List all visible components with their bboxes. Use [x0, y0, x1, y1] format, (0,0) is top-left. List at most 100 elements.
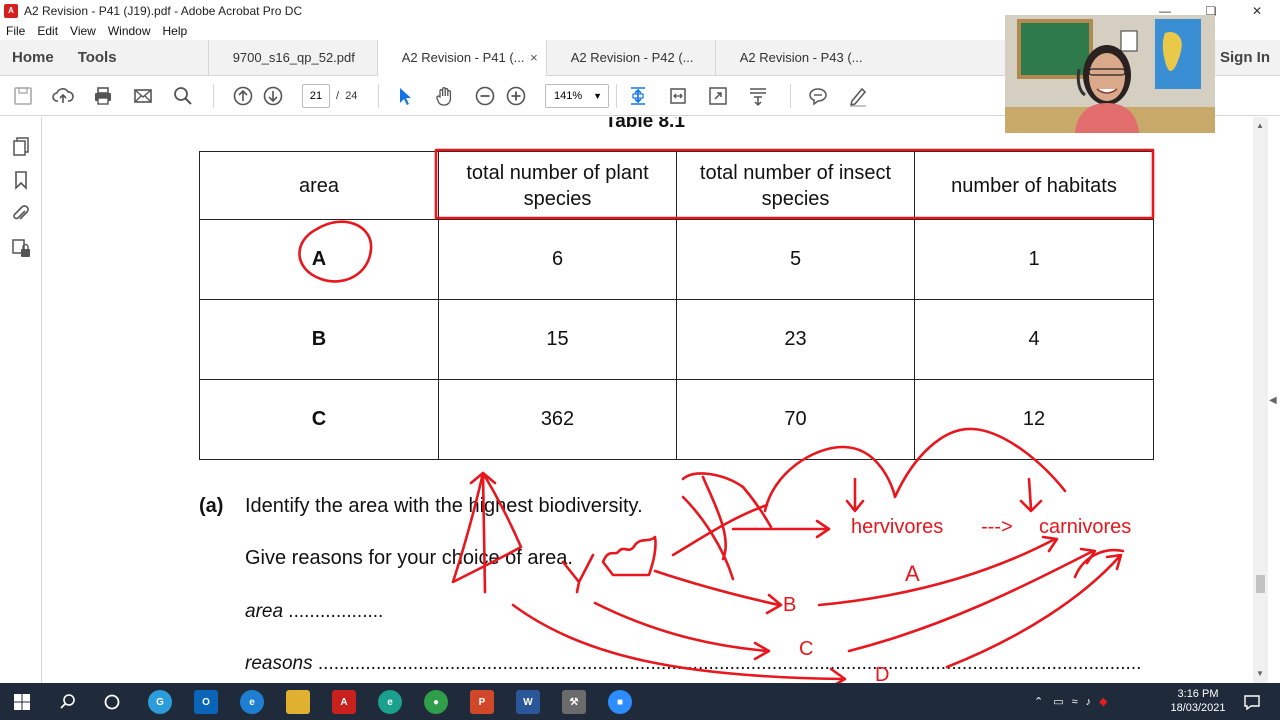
table-header-row: area total number of plant species total…	[199, 151, 1154, 220]
tab-document-label: A2 Revision - P43 (...	[739, 50, 863, 65]
scroll-up-icon[interactable]: ▲	[1256, 121, 1264, 130]
chrome-remote-icon[interactable]: G	[148, 690, 172, 714]
cortana-icon[interactable]	[100, 690, 124, 714]
close-tab-icon[interactable]: ×	[530, 40, 538, 76]
reasons-label: reasons	[245, 653, 313, 674]
tab-document-3[interactable]: A2 Revision - P42 (...	[545, 40, 715, 76]
scroll-mode-icon[interactable]	[746, 84, 770, 108]
annotation-letter-a: A	[905, 561, 920, 586]
clock-date: 18/03/2021	[1170, 702, 1226, 714]
table-caption: Table 8.1	[605, 117, 685, 132]
question-instruction: Give reasons for your choice of area.	[245, 547, 573, 569]
sign-in-button[interactable]: Sign In	[1220, 40, 1270, 76]
menu-view[interactable]: View	[64, 24, 102, 38]
page-count: 24	[345, 90, 358, 102]
pages-icon[interactable]	[10, 135, 32, 157]
cell-habitats: 1	[914, 219, 1154, 300]
close-icon[interactable]: ✕	[1234, 0, 1280, 22]
tab-document-1[interactable]: 9700_s16_qp_52.pdf	[207, 40, 377, 76]
zoom-out-icon[interactable]	[473, 84, 497, 108]
right-panel-toggle[interactable]: ◀	[1268, 117, 1280, 683]
edge-icon[interactable]: e	[378, 690, 402, 714]
cell-insect: 5	[676, 219, 915, 300]
powerpoint-icon[interactable]: P	[470, 690, 494, 714]
annotation-arrow: --->	[981, 516, 1013, 538]
edge-legacy-icon[interactable]: e	[240, 690, 264, 714]
vertical-scrollbar[interactable]: ▲ ▼	[1253, 117, 1268, 683]
tab-tools[interactable]: Tools	[66, 40, 208, 76]
comment-icon[interactable]	[806, 84, 830, 108]
tab-document-2[interactable]: A2 Revision - P41 (... ×	[376, 40, 546, 76]
scroll-down-icon[interactable]: ▼	[1256, 669, 1264, 678]
zoom-icon[interactable]: ■	[608, 690, 632, 714]
word-icon[interactable]: W	[516, 690, 540, 714]
header-insect-species: total number of insect species	[676, 151, 915, 220]
select-cursor-icon[interactable]	[393, 84, 417, 108]
chrome-icon[interactable]: ●	[424, 690, 448, 714]
cell-habitats: 12	[914, 379, 1154, 460]
arrow-to-carnivores-end	[1073, 548, 1125, 579]
down-arrow-2	[1019, 477, 1043, 513]
tab-document-label: A2 Revision - P41 (...	[401, 50, 525, 65]
search-icon[interactable]	[171, 84, 195, 108]
security-icon[interactable]	[10, 237, 32, 259]
clock-time: 3:16 PM	[1177, 688, 1219, 700]
down-arrow-1	[845, 477, 865, 513]
previous-page-icon[interactable]	[231, 84, 255, 108]
acrobat-taskbar-icon[interactable]: A	[332, 690, 356, 714]
arrow-d-to-carnivores	[945, 553, 1123, 669]
next-page-icon[interactable]	[261, 84, 285, 108]
taskbar-clock[interactable]: 3:16 PM 18/03/2021	[1168, 687, 1228, 715]
zoom-in-icon[interactable]	[504, 84, 528, 108]
menu-window[interactable]: Window	[102, 24, 157, 38]
chevron-up-icon[interactable]: ⌃	[1034, 695, 1043, 708]
dropbox-icon[interactable]: ◆	[1099, 695, 1107, 708]
email-icon[interactable]	[131, 84, 155, 108]
arrow-to-b	[653, 569, 783, 615]
fit-page-icon[interactable]	[626, 84, 650, 108]
full-screen-icon[interactable]	[706, 84, 730, 108]
tools-app-icon[interactable]: ⚒	[562, 690, 586, 714]
table-row: A 6 5 1	[199, 219, 1154, 300]
attachment-icon[interactable]	[10, 203, 32, 225]
wifi-icon[interactable]: ≈	[1072, 696, 1078, 708]
tab-home[interactable]: Home	[0, 40, 66, 76]
scrollbar-thumb[interactable]	[1256, 575, 1265, 593]
windows-taskbar: G O e A e ● P W ⚒ ■ ⌃ ▭ ≈ ♪ ◆ 3:16 PM 18…	[0, 683, 1280, 720]
fit-width-icon[interactable]	[666, 84, 690, 108]
search-icon[interactable]	[56, 690, 80, 714]
volume-icon[interactable]: ♪	[1086, 696, 1092, 708]
hand-tool-icon[interactable]	[433, 84, 457, 108]
cell-plant: 15	[438, 299, 677, 380]
document-viewport: Table 8.1 area total number of plant spe…	[43, 117, 1253, 683]
menu-edit[interactable]: Edit	[31, 24, 64, 38]
area-label: area	[245, 601, 284, 622]
page-separator: /	[336, 90, 340, 102]
header-area: area	[199, 151, 439, 220]
page-number-input[interactable]: 21	[302, 84, 330, 108]
file-explorer-icon[interactable]	[286, 690, 310, 714]
cloud-upload-icon[interactable]	[51, 84, 75, 108]
cell-insect: 70	[676, 379, 915, 460]
cell-habitats: 4	[914, 299, 1154, 380]
highlight-pen-icon[interactable]	[846, 84, 870, 108]
biodiversity-table: area total number of plant species total…	[199, 151, 1154, 460]
menu-file[interactable]: File	[0, 24, 31, 38]
print-icon[interactable]	[91, 84, 115, 108]
windows-start-icon[interactable]	[10, 690, 34, 714]
cell-area: B	[199, 299, 439, 380]
system-tray: ⌃ ▭ ≈ ♪ ◆	[1034, 683, 1108, 720]
bookmark-icon[interactable]	[10, 169, 32, 191]
save-icon[interactable]	[11, 84, 35, 108]
expand-right-panel-icon[interactable]: ◀	[1269, 395, 1277, 406]
zoom-select[interactable]: 141% ▼	[545, 84, 609, 108]
answer-area-line: area ..................	[245, 601, 383, 623]
tab-document-4[interactable]: A2 Revision - P43 (...	[714, 40, 884, 76]
notifications-icon[interactable]	[1240, 690, 1264, 714]
answer-reasons-line: reasons ................................…	[245, 653, 1141, 675]
battery-icon[interactable]: ▭	[1053, 695, 1063, 708]
menu-help[interactable]: Help	[157, 24, 194, 38]
window-title: A2 Revision - P41 (J19).pdf - Adobe Acro…	[24, 4, 303, 18]
outlook-icon[interactable]: O	[194, 690, 218, 714]
acrobat-icon: A	[4, 4, 18, 18]
